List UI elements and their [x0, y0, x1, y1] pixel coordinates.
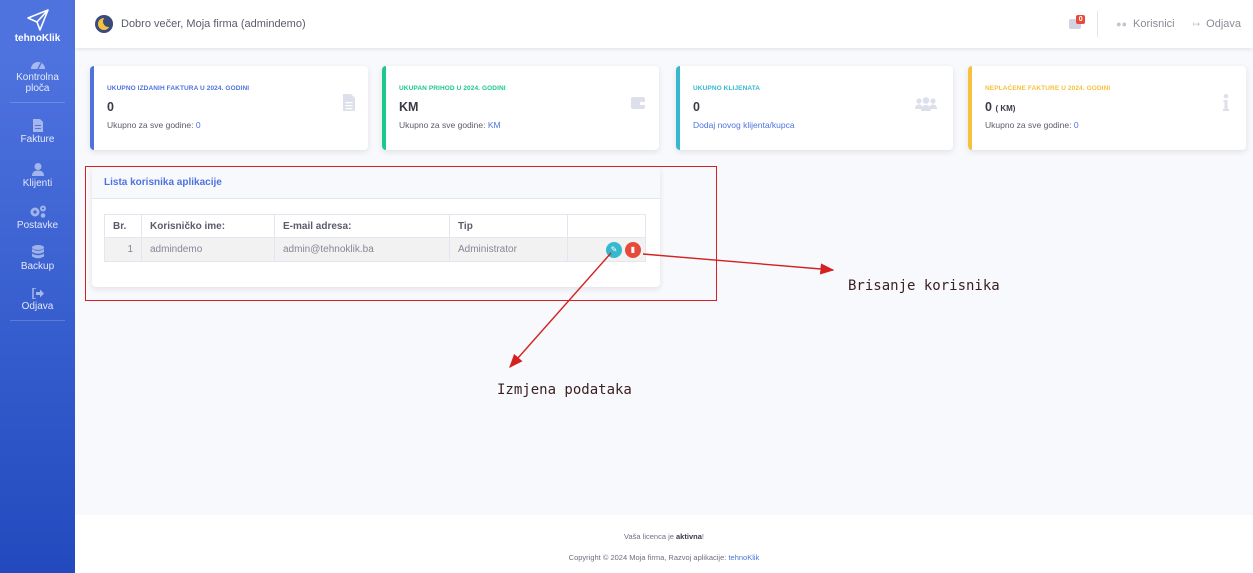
license-prefix: Vaša licenca je [624, 532, 674, 541]
copyright: Copyright © 2024 Moja firma, Razvoj apli… [75, 553, 1253, 562]
developer-link[interactable]: tehnoKlik [728, 553, 759, 562]
copyright-text: Copyright © 2024 Moja firma, Razvoj apli… [568, 553, 727, 562]
license-status-value: aktivna [676, 532, 702, 541]
edit-arrow [509, 252, 612, 369]
annotation-edit-label: Izmjena podataka [497, 382, 632, 398]
license-status: Vaša licenca je aktivna! [75, 532, 1253, 541]
footer: Vaša licenca je aktivna! Copyright © 202… [75, 515, 1253, 573]
annotation-arrows [509, 252, 835, 369]
delete-arrow [642, 253, 835, 275]
annotation-delete-label: Brisanje korisnika [848, 278, 1000, 294]
license-suffix: ! [701, 532, 704, 541]
